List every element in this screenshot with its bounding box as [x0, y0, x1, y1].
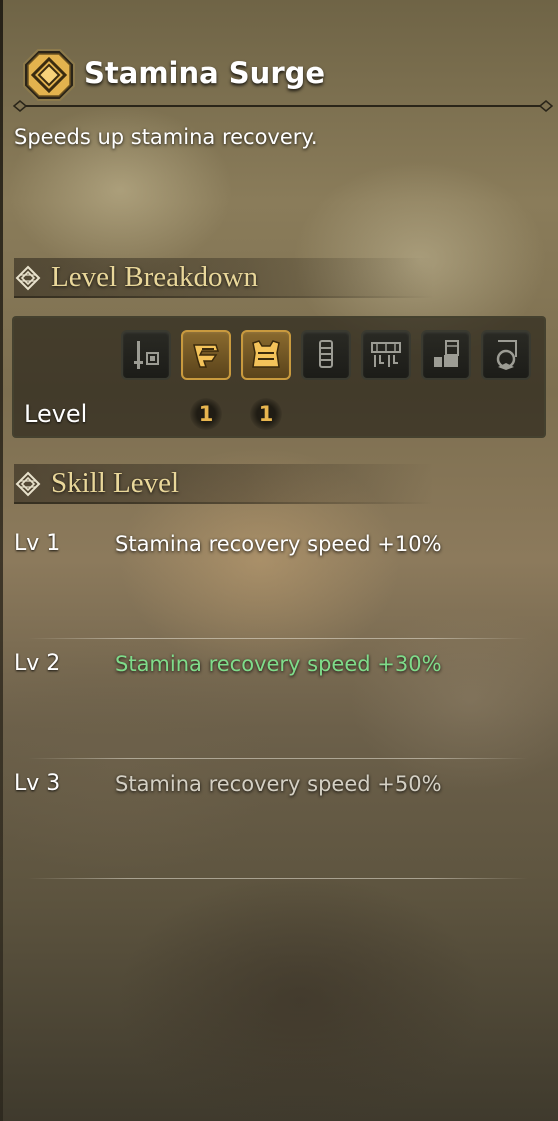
- level-number: Lv 3: [14, 771, 61, 796]
- stamina-skill-icon: [23, 49, 75, 101]
- row-divider: [28, 638, 528, 639]
- breakdown-level-label: Level: [24, 400, 88, 428]
- waist-slot[interactable]: [361, 330, 411, 380]
- panel-left-edge: [0, 0, 3, 1121]
- level-effect: Stamina recovery speed +50%: [115, 772, 442, 796]
- title-divider: [12, 100, 554, 112]
- level-number: Lv 1: [14, 531, 61, 556]
- talisman-icon: [496, 340, 517, 370]
- helm-level-value: 1: [190, 398, 222, 430]
- skill-level-heading: Skill Level: [14, 464, 434, 504]
- level-effect: Stamina recovery speed +10%: [115, 532, 442, 556]
- helm-icon: [193, 344, 220, 368]
- legs-icon: [434, 340, 459, 367]
- arms-slot[interactable]: [301, 330, 351, 380]
- chest-slot[interactable]: [241, 330, 291, 380]
- row-divider: [28, 758, 528, 759]
- legs-slot[interactable]: [421, 330, 471, 380]
- chest-icon: [252, 340, 280, 368]
- skill-level-row-current: Lv 2 Stamina recovery speed +30%: [14, 651, 534, 771]
- waist-icon: [371, 342, 401, 367]
- level-breakdown-label: Level Breakdown: [51, 261, 258, 293]
- level-number: Lv 2: [14, 651, 61, 676]
- level-breakdown-heading: Level Breakdown: [14, 258, 434, 298]
- talisman-slot[interactable]: [481, 330, 531, 380]
- skill-level-row: Lv 3 Stamina recovery speed +50%: [14, 771, 534, 891]
- arms-icon: [319, 340, 333, 368]
- row-divider: [28, 878, 528, 879]
- skill-title: Stamina Surge: [84, 56, 326, 90]
- level-effect-current: Stamina recovery speed +30%: [115, 652, 442, 676]
- skill-level-row: Lv 1 Stamina recovery speed +10%: [14, 531, 534, 651]
- skill-description: Speeds up stamina recovery.: [14, 125, 318, 149]
- weapon-icon: [134, 341, 159, 369]
- skill-section-icon: [15, 471, 41, 497]
- helm-slot[interactable]: [181, 330, 231, 380]
- weapon-slot[interactable]: [121, 330, 171, 380]
- section-underline: [14, 502, 434, 504]
- section-underline: [14, 296, 434, 298]
- skill-level-label: Skill Level: [51, 467, 180, 499]
- level-breakdown-panel: Level 1 1: [12, 316, 546, 438]
- skill-section-icon: [15, 265, 41, 291]
- chest-level-value: 1: [250, 398, 282, 430]
